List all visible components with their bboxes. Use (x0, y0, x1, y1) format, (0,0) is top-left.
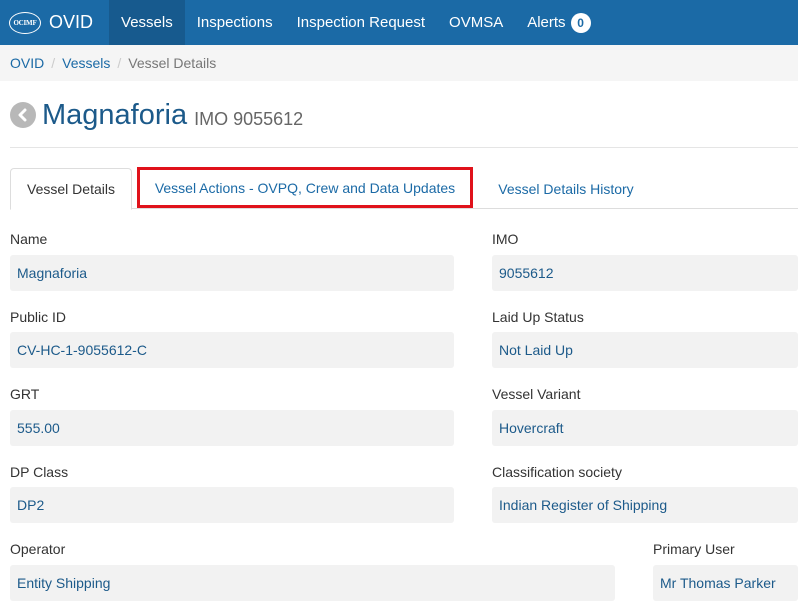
nav-item-ovmsa[interactable]: OVMSA (437, 0, 515, 45)
operator-value: Entity Shipping (10, 565, 615, 601)
brand-name: OVID (49, 12, 94, 32)
operator-label: Operator (10, 541, 66, 557)
alerts-count-badge: 0 (570, 12, 591, 33)
top-navbar: OCIMF OVID Vessels Inspections Inspectio… (0, 0, 798, 45)
breadcrumb-separator: / (117, 55, 122, 71)
nav-item-label: OVMSA (449, 14, 504, 31)
imo-value: 9055612 (492, 255, 798, 291)
nav-item-inspection-request[interactable]: Inspection Request (285, 0, 437, 45)
tab-vessel-details[interactable]: Vessel Details (10, 168, 132, 210)
tab-vessel-details-history[interactable]: Vessel Details History (484, 168, 648, 209)
back-arrow-icon[interactable] (10, 102, 36, 128)
nav-item-alerts[interactable]: Alerts 0 (515, 0, 602, 45)
brand[interactable]: OCIMF OVID (0, 0, 109, 45)
grt-value: 555.00 (10, 410, 454, 446)
vessel-variant-label: Vessel Variant (492, 386, 581, 402)
classification-society-value: Indian Register of Shipping (492, 487, 798, 523)
breadcrumb-ovid[interactable]: OVID (10, 55, 44, 71)
grt-label: GRT (10, 386, 40, 402)
vessel-imo-subheading: IMO 9055612 (194, 108, 304, 129)
tab-label: Vessel Actions - OVPQ, Crew and Data Upd… (154, 179, 456, 196)
vessel-name-heading: Magnaforia (42, 98, 188, 131)
classification-society-label: Classification society (492, 464, 622, 480)
dp-class-value: DP2 (10, 487, 454, 523)
tab-label: Vessel Details History (498, 180, 634, 197)
public-id-value: CV-HC-1-9055612-C (10, 332, 454, 368)
ocimf-logo-icon: OCIMF (9, 11, 41, 34)
public-id-label: Public ID (10, 309, 67, 325)
name-value: Magnaforia (10, 255, 454, 291)
nav-item-label: Inspection Request (296, 14, 426, 31)
laid-up-status-label: Laid Up Status (492, 309, 584, 325)
nav-item-label: Alerts (527, 14, 566, 31)
breadcrumb-vessels[interactable]: Vessels (62, 55, 110, 71)
name-label: Name (10, 231, 48, 247)
breadcrumb: OVID / Vessels / Vessel Details (0, 45, 798, 81)
vessel-variant-value: Hovercraft (492, 410, 798, 446)
nav-item-vessels[interactable]: Vessels (109, 0, 185, 45)
page-title: Magnaforia IMO 9055612 (10, 97, 303, 133)
primary-user-value: Mr Thomas Parker (653, 565, 798, 601)
vessel-tabs: Vessel Details Vessel Actions - OVPQ, Cr… (10, 167, 798, 210)
nav-item-inspections[interactable]: Inspections (185, 0, 285, 45)
tab-vessel-actions[interactable]: Vessel Actions - OVPQ, Crew and Data Upd… (137, 167, 473, 208)
dp-class-label: DP Class (10, 464, 69, 480)
imo-label: IMO (492, 231, 519, 247)
title-divider (10, 147, 798, 148)
tab-label: Vessel Details (27, 181, 115, 197)
nav-item-label: Inspections (196, 14, 273, 31)
primary-user-label: Primary User (653, 541, 735, 557)
laid-up-status-value: Not Laid Up (492, 332, 798, 368)
breadcrumb-current: Vessel Details (128, 55, 217, 71)
nav-item-label: Vessels (121, 14, 173, 31)
breadcrumb-separator: / (51, 55, 56, 71)
